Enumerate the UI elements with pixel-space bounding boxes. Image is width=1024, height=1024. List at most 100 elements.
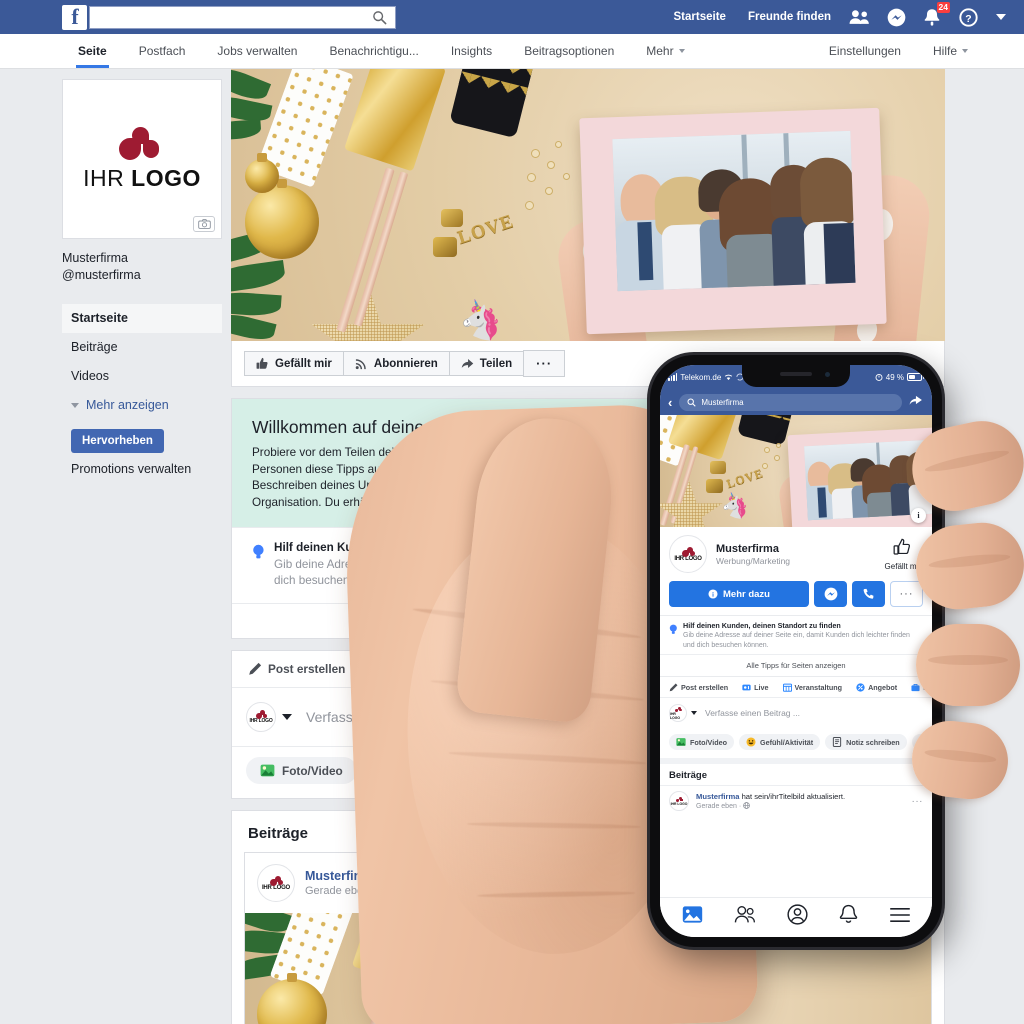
more-options-icon[interactable]: ··· bbox=[523, 350, 566, 377]
all-tips-link[interactable]: Alle Tipps für Seiten anzeigen bbox=[232, 603, 944, 638]
tab-beitragsoptionen[interactable]: Beitragsoptionen bbox=[508, 34, 630, 68]
facebook-logo-icon[interactable]: f bbox=[62, 4, 87, 30]
notifications-icon[interactable]: 24 bbox=[919, 2, 950, 30]
posts-section: Beiträge IHR LOGO Musterfirma hat sein/i… bbox=[231, 810, 945, 1024]
action-gefuehl-aktivitaet[interactable]: Gefühl/Aktivität bbox=[366, 757, 504, 784]
tab-mehr[interactable]: Mehr bbox=[630, 34, 700, 68]
tab-benachrichtigungen[interactable]: Benachrichtigu... bbox=[313, 34, 434, 68]
chevron-down-icon[interactable] bbox=[282, 714, 292, 720]
post-author-line: Musterfirma hat sein/ihrTitelbild aktu bbox=[305, 869, 511, 883]
company-logo-icon: IHR LOGO bbox=[246, 702, 276, 732]
tab-postfach[interactable]: Postfach bbox=[123, 34, 202, 68]
post-timestamp-row: Gerade eben · bbox=[305, 885, 511, 897]
company-logo-icon bbox=[119, 126, 165, 161]
tab-label: Postfach bbox=[138, 44, 186, 58]
tab-label: Hilfe bbox=[932, 44, 957, 58]
chevron-down-icon bbox=[71, 402, 79, 408]
page-body: IHR LOGO Musterfirma @musterfirma Starts… bbox=[0, 69, 1024, 1024]
account-menu-caret-icon[interactable] bbox=[996, 14, 1006, 20]
composer-tab-post-erstellen[interactable]: Post erstellen bbox=[244, 662, 357, 676]
chevron-down-icon bbox=[678, 49, 685, 53]
composer-tab-label: Live bbox=[390, 662, 414, 676]
search-input[interactable] bbox=[97, 7, 367, 27]
chevron-down-icon bbox=[962, 49, 968, 53]
post-composer: Post erstellen Live Veranstaltung Angebo… bbox=[231, 650, 945, 799]
messenger-icon[interactable] bbox=[883, 4, 909, 30]
composer-tab-live[interactable]: Live bbox=[358, 662, 426, 676]
composer-tab-angebot[interactable]: Angebot bbox=[550, 662, 642, 676]
tip-content: Hilf deinen Kunden, deinen Standort zu f… bbox=[274, 541, 694, 589]
cover-photo[interactable]: LOVE 🦄 bbox=[231, 69, 945, 341]
composer-input-row[interactable]: IHR LOGO Verfasse einen Beitrag ... bbox=[232, 688, 944, 746]
page-handle: @musterfirma bbox=[62, 268, 141, 282]
sidebar-item-beitraege[interactable]: Beiträge bbox=[62, 333, 222, 362]
composer-actions: Foto/Video Gefühl/Aktivität Notiz bbox=[232, 746, 944, 798]
page-nav-right: Einstellungen Hilfe bbox=[813, 34, 1024, 68]
tip-title: Hilf deinen Kunden, deinen Standort zu f… bbox=[274, 541, 531, 554]
tab-hilfe[interactable]: Hilfe bbox=[917, 34, 984, 68]
subscribe-button[interactable]: Abonnieren bbox=[342, 351, 450, 376]
post-time: Gerade eben bbox=[305, 885, 370, 897]
tab-insights[interactable]: Insights bbox=[435, 34, 508, 68]
action-label: Notiz bbox=[549, 763, 579, 778]
search-icon[interactable] bbox=[372, 10, 387, 25]
composer-tab-veranstaltung[interactable]: Veranstaltung bbox=[427, 662, 549, 676]
tab-label: Einstellungen bbox=[828, 44, 901, 58]
tip-row: Hilf deinen Kunden, deinen Standort zu f… bbox=[232, 527, 944, 603]
friend-requests-icon[interactable] bbox=[847, 4, 873, 30]
notification-badge: 24 bbox=[936, 2, 950, 13]
company-logo-text: IHR LOGO bbox=[83, 165, 201, 192]
help-icon[interactable]: ? bbox=[955, 4, 981, 30]
left-sidebar: IHR LOGO Musterfirma @musterfirma Starts… bbox=[62, 79, 222, 476]
top-bar-right: Startseite Freunde finden 24 ? bbox=[663, 0, 1024, 34]
action-foto-video[interactable]: Foto/Video bbox=[246, 757, 357, 784]
welcome-illustration bbox=[736, 421, 908, 517]
tab-label: Mehr bbox=[646, 44, 674, 58]
global-search[interactable] bbox=[89, 5, 396, 29]
sidebar-item-startseite[interactable]: Startseite bbox=[62, 304, 222, 333]
tab-label: Insights bbox=[450, 44, 493, 58]
tab-jobs-verwalten[interactable]: Jobs verwalten bbox=[201, 34, 313, 68]
tab-label: Beitragsoptionen bbox=[524, 44, 615, 58]
lightbulb-icon bbox=[252, 541, 274, 589]
posts-heading: Beiträge bbox=[248, 825, 309, 842]
page-nav-bar: Seite Postfach Jobs verwalten Benachrich… bbox=[0, 34, 1024, 69]
profile-picture-card[interactable]: IHR LOGO bbox=[62, 79, 222, 239]
share-button[interactable]: Teilen bbox=[448, 351, 525, 376]
page-title: Musterfirma bbox=[62, 251, 128, 265]
like-button[interactable]: Gefällt mir bbox=[244, 351, 344, 376]
composer-tab-label: Post erstellen bbox=[268, 662, 346, 676]
sidebar-show-more[interactable]: Mehr anzeigen bbox=[62, 391, 222, 419]
manage-promotions-link[interactable]: Promotions verwalten bbox=[62, 453, 222, 476]
share-button-label: Teilen bbox=[479, 357, 513, 370]
composer-tab-label: Angebot bbox=[582, 662, 630, 676]
tab-seite[interactable]: Seite bbox=[62, 34, 123, 68]
company-logo-icon: IHR LOGO bbox=[257, 864, 295, 902]
camera-icon[interactable] bbox=[193, 216, 215, 232]
tab-label: Benachrichtigu... bbox=[329, 44, 419, 58]
welcome-card: Willkommen auf deiner neuen Seite Probie… bbox=[231, 398, 945, 639]
composer-tabs: Post erstellen Live Veranstaltung Angebo… bbox=[232, 651, 944, 688]
promote-button[interactable]: Hervorheben bbox=[71, 429, 164, 453]
post-image[interactable]: LOVE 🦄 bbox=[245, 913, 931, 1024]
topbar-link-freunde-finden[interactable]: Freunde finden bbox=[737, 0, 842, 34]
globe-icon: · bbox=[373, 885, 377, 897]
topbar-link-startseite[interactable]: Startseite bbox=[663, 0, 737, 34]
tab-label: Jobs verwalten bbox=[217, 44, 298, 58]
facebook-page-mockup: f Startseite Freunde finden 24 ? Seite P… bbox=[0, 0, 1024, 1024]
action-label: Gefühl/Aktivität bbox=[402, 763, 490, 778]
composer-tab-label: Veranstaltung bbox=[458, 662, 537, 676]
page-action-bar: Gefällt mir Abonnieren Teilen ··· bbox=[231, 341, 945, 387]
welcome-body: Probiere vor dem Teilen deiner Seite mit… bbox=[252, 446, 537, 509]
tab-einstellungen[interactable]: Einstellungen bbox=[813, 34, 917, 68]
globe-icon bbox=[381, 885, 392, 897]
sidebar-item-videos[interactable]: Videos bbox=[62, 362, 222, 391]
action-notiz[interactable]: Notiz bbox=[513, 757, 593, 784]
main-column: LOVE 🦄 Gefällt mir Abonnieren Teilen ···… bbox=[231, 69, 945, 1024]
page-nav-tabs: Seite Postfach Jobs verwalten Benachrich… bbox=[62, 34, 701, 68]
action-label: Foto/Video bbox=[282, 763, 343, 778]
post-author[interactable]: Musterfirma bbox=[305, 869, 377, 883]
post-action-text: hat sein/ihrTitelbild aktu bbox=[376, 869, 511, 883]
composer-placeholder[interactable]: Verfasse einen Beitrag ... bbox=[306, 709, 462, 725]
logo-bold-part: LOGO bbox=[131, 164, 201, 191]
